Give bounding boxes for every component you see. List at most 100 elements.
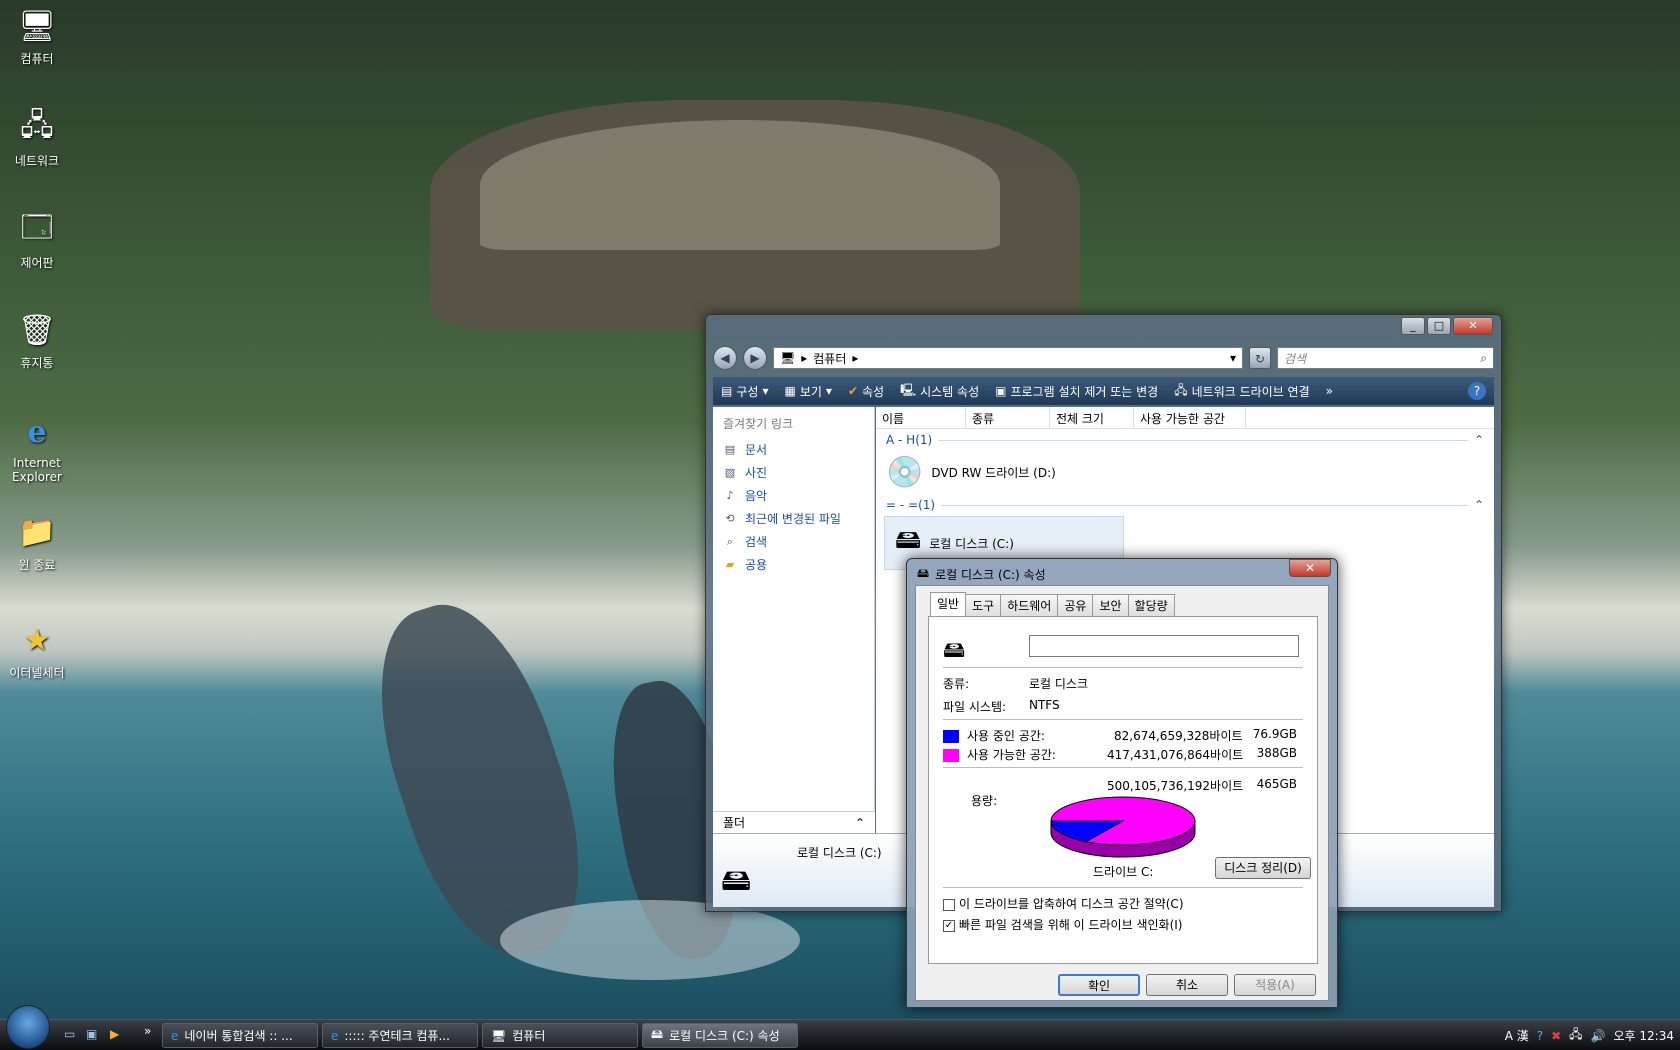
quick-launch-more-icon[interactable]: » [144, 1024, 151, 1038]
tab-security[interactable]: 보안 [1092, 594, 1129, 618]
drive-icon: 🖴 [943, 638, 966, 663]
group-header-hard-disks[interactable]: = - =(1) ⌃ [876, 494, 1494, 516]
tab-hardware[interactable]: 하드웨어 [1000, 594, 1059, 618]
favorite-recent[interactable]: ⟲ 최근에 변경된 파일 [713, 507, 874, 530]
column-header-type[interactable]: 종류 [966, 407, 1050, 428]
volume-label-input[interactable] [1029, 635, 1299, 657]
refresh-button[interactable]: ↻ [1249, 347, 1271, 369]
free-space-label-text: 사용 가능한 공간: [967, 748, 1056, 762]
favorite-searches[interactable]: ⌕ 검색 [713, 530, 874, 553]
start-button[interactable] [6, 1005, 50, 1049]
free-bytes: 417,431,076,864바이트 [1107, 748, 1244, 762]
search-icon: ⌕ [726, 534, 734, 548]
help-icon[interactable]: ? [1537, 1029, 1543, 1043]
chevron-down-icon: ▾ [762, 384, 769, 398]
properties-button[interactable]: ✔ 속성 [848, 383, 884, 400]
organize-button[interactable]: ▤ 구성 ▾ [721, 383, 768, 400]
pictures-icon: ▧ [724, 465, 736, 479]
disk-cleanup-button[interactable]: 디스크 정리(D) [1215, 857, 1311, 879]
task-label: ::::: 주연테크 컴퓨... [344, 1029, 450, 1043]
drive-caption: 드라이브 C: [1093, 865, 1154, 879]
taskbar-item-jooyon[interactable]: e::::: 주연테크 컴퓨... [322, 1023, 478, 1048]
group-header-removable[interactable]: A - H(1) ⌃ [876, 429, 1494, 451]
capacity-bytes: 500,105,736,192바이트 [1107, 779, 1244, 793]
uninstall-program-button[interactable]: ▣ 프로그램 설치 제거 또는 변경 [995, 383, 1158, 400]
tab-quota[interactable]: 할당량 [1127, 594, 1175, 618]
close-button[interactable]: ✕ [1453, 317, 1493, 335]
ok-button[interactable]: 확인 [1058, 974, 1140, 996]
desktop-icon-network[interactable]: 🖧 네트워크 [0, 108, 74, 169]
forward-button[interactable]: ▶ [743, 346, 767, 370]
views-button[interactable]: ▦ 보기 ▾ [784, 383, 831, 400]
desktop-icon-recycle-bin[interactable]: 🗑 휴지통 [0, 310, 74, 371]
tab-tools[interactable]: 도구 [965, 594, 1002, 618]
column-headers: 이름 종류 전체 크기 사용 가능한 공간 [876, 407, 1494, 429]
compress-label: 이 드라이브를 압축하여 디스크 공간 절약(C) [959, 897, 1184, 911]
checkbox-checked[interactable]: ✓ [943, 919, 955, 932]
desktop-icon-control-panel[interactable]: 🗔 제어판 [0, 210, 74, 271]
checkbox-unchecked[interactable] [943, 898, 955, 911]
free-space-label: 사용 가능한 공간: [943, 746, 1056, 763]
used-space-label: 사용 중인 공간: [943, 727, 1045, 744]
network-icon[interactable]: 🖧 [1569, 1025, 1582, 1046]
breadcrumb-separator-icon: ▸ [852, 351, 859, 365]
desktop-icon-computer[interactable]: 🖥 컴퓨터 [0, 6, 74, 67]
index-checkbox[interactable]: ✓ 빠른 파일 검색을 위해 이 드라이브 색인화(I) [943, 916, 1182, 933]
views-label: 보기 [799, 384, 822, 399]
tab-sharing[interactable]: 공유 [1057, 594, 1094, 618]
taskbar-item-computer[interactable]: 🖥 컴퓨터 [482, 1023, 638, 1048]
drive-icon: 🖴 [651, 1027, 664, 1041]
minimize-button[interactable]: _ [1401, 317, 1425, 335]
dialog-body: 일반 도구 하드웨어 공유 보안 할당량 🖴 종류: 로컬 디스크 파일 시스템… [915, 585, 1329, 1001]
clock[interactable]: 오후 12:34 [1614, 1027, 1674, 1044]
quick-launch-desktop-icon[interactable]: ▭ [64, 1027, 75, 1041]
group-label: A - H(1) [886, 433, 933, 447]
map-network-drive-button[interactable]: 🖧 네트워크 드라이브 연결 [1174, 381, 1309, 402]
map-drive-label: 네트워크 드라이브 연결 [1191, 384, 1310, 399]
search-input[interactable]: 검색 ⌕ [1277, 347, 1494, 369]
list-item-dvd-drive[interactable]: 💿 DVD RW 드라이브 (D:) [876, 451, 1494, 494]
dvd-drive-icon: 💿 [886, 455, 924, 490]
column-header-name[interactable]: 이름 [876, 407, 966, 428]
column-header-free-space[interactable]: 사용 가능한 공간 [1134, 407, 1246, 428]
help-icon[interactable]: ? [1468, 382, 1486, 400]
favorite-public[interactable]: ▰ 공용 [713, 553, 874, 576]
desktop-icon-ie[interactable]: e Internet Explorer [0, 412, 74, 485]
back-button[interactable]: ◀ [713, 346, 737, 370]
quick-launch-media-icon[interactable]: ▶ [110, 1027, 119, 1041]
system-properties-button[interactable]: 🖳 시스템 속성 [900, 381, 979, 402]
breadcrumb[interactable]: 컴퓨터 [813, 350, 846, 367]
desktop-icon-shutdown[interactable]: 📁 윈 종료 [0, 512, 74, 573]
security-alert-icon[interactable]: ✖ [1551, 1029, 1561, 1043]
desktop-icon-label: 이터넬세터 [9, 666, 65, 680]
quick-launch-switch-icon[interactable]: ▣ [86, 1027, 97, 1041]
free-color-swatch [943, 749, 959, 762]
volume-icon[interactable]: 🔊 [1591, 1029, 1606, 1043]
compress-checkbox[interactable]: 이 드라이브를 압축하여 디스크 공간 절약(C) [943, 895, 1184, 912]
separator [943, 767, 1303, 768]
apply-button[interactable]: 적용(A) [1234, 974, 1316, 996]
close-button[interactable]: ✕ [1289, 559, 1331, 577]
checkmark-icon: ✔ [847, 384, 858, 398]
desktop-icon-shortcut[interactable]: ★ 이터넬세터 [0, 620, 74, 681]
language-bar[interactable]: A 漢 [1505, 1027, 1529, 1044]
taskbar-item-naver[interactable]: e 네이버 통합검색 :: ... [162, 1023, 318, 1048]
taskbar-item-properties[interactable]: 🖴 로컬 디스크 (C:) 속성 [642, 1023, 798, 1048]
folders-toggle[interactable]: 폴더 ⌃ [713, 811, 875, 833]
more-commands-button[interactable]: » [1326, 384, 1333, 398]
maximize-button[interactable]: □ [1427, 317, 1451, 335]
favorite-music[interactable]: ♪ 음악 [713, 484, 874, 507]
column-header-total-size[interactable]: 전체 크기 [1050, 407, 1134, 428]
organize-icon: ▤ [721, 384, 733, 398]
favorite-pictures[interactable]: ▧ 사진 [713, 461, 874, 484]
command-bar: ▤ 구성 ▾ ▦ 보기 ▾ ✔ 속성 🖳 시스템 속성 ▣ 프로그램 설치 제거 또는 변경 … [713, 377, 1494, 405]
cancel-button[interactable]: 취소 [1146, 974, 1228, 996]
system-tray: A 漢 ? ✖ 🖧 🔊 오후 12:34 [1505, 1025, 1674, 1046]
chevron-down-icon[interactable]: ▾ [1230, 351, 1236, 365]
tab-general[interactable]: 일반 [930, 592, 967, 616]
address-bar[interactable]: 🖥 ▸ 컴퓨터 ▸ ▾ [773, 347, 1243, 369]
used-space-label-text: 사용 중인 공간: [967, 729, 1045, 743]
index-label: 빠른 파일 검색을 위해 이 드라이브 색인화(I) [959, 918, 1183, 932]
task-label: 로컬 디스크 (C:) 속성 [669, 1029, 780, 1043]
favorite-documents[interactable]: ▤ 문서 [713, 438, 874, 461]
